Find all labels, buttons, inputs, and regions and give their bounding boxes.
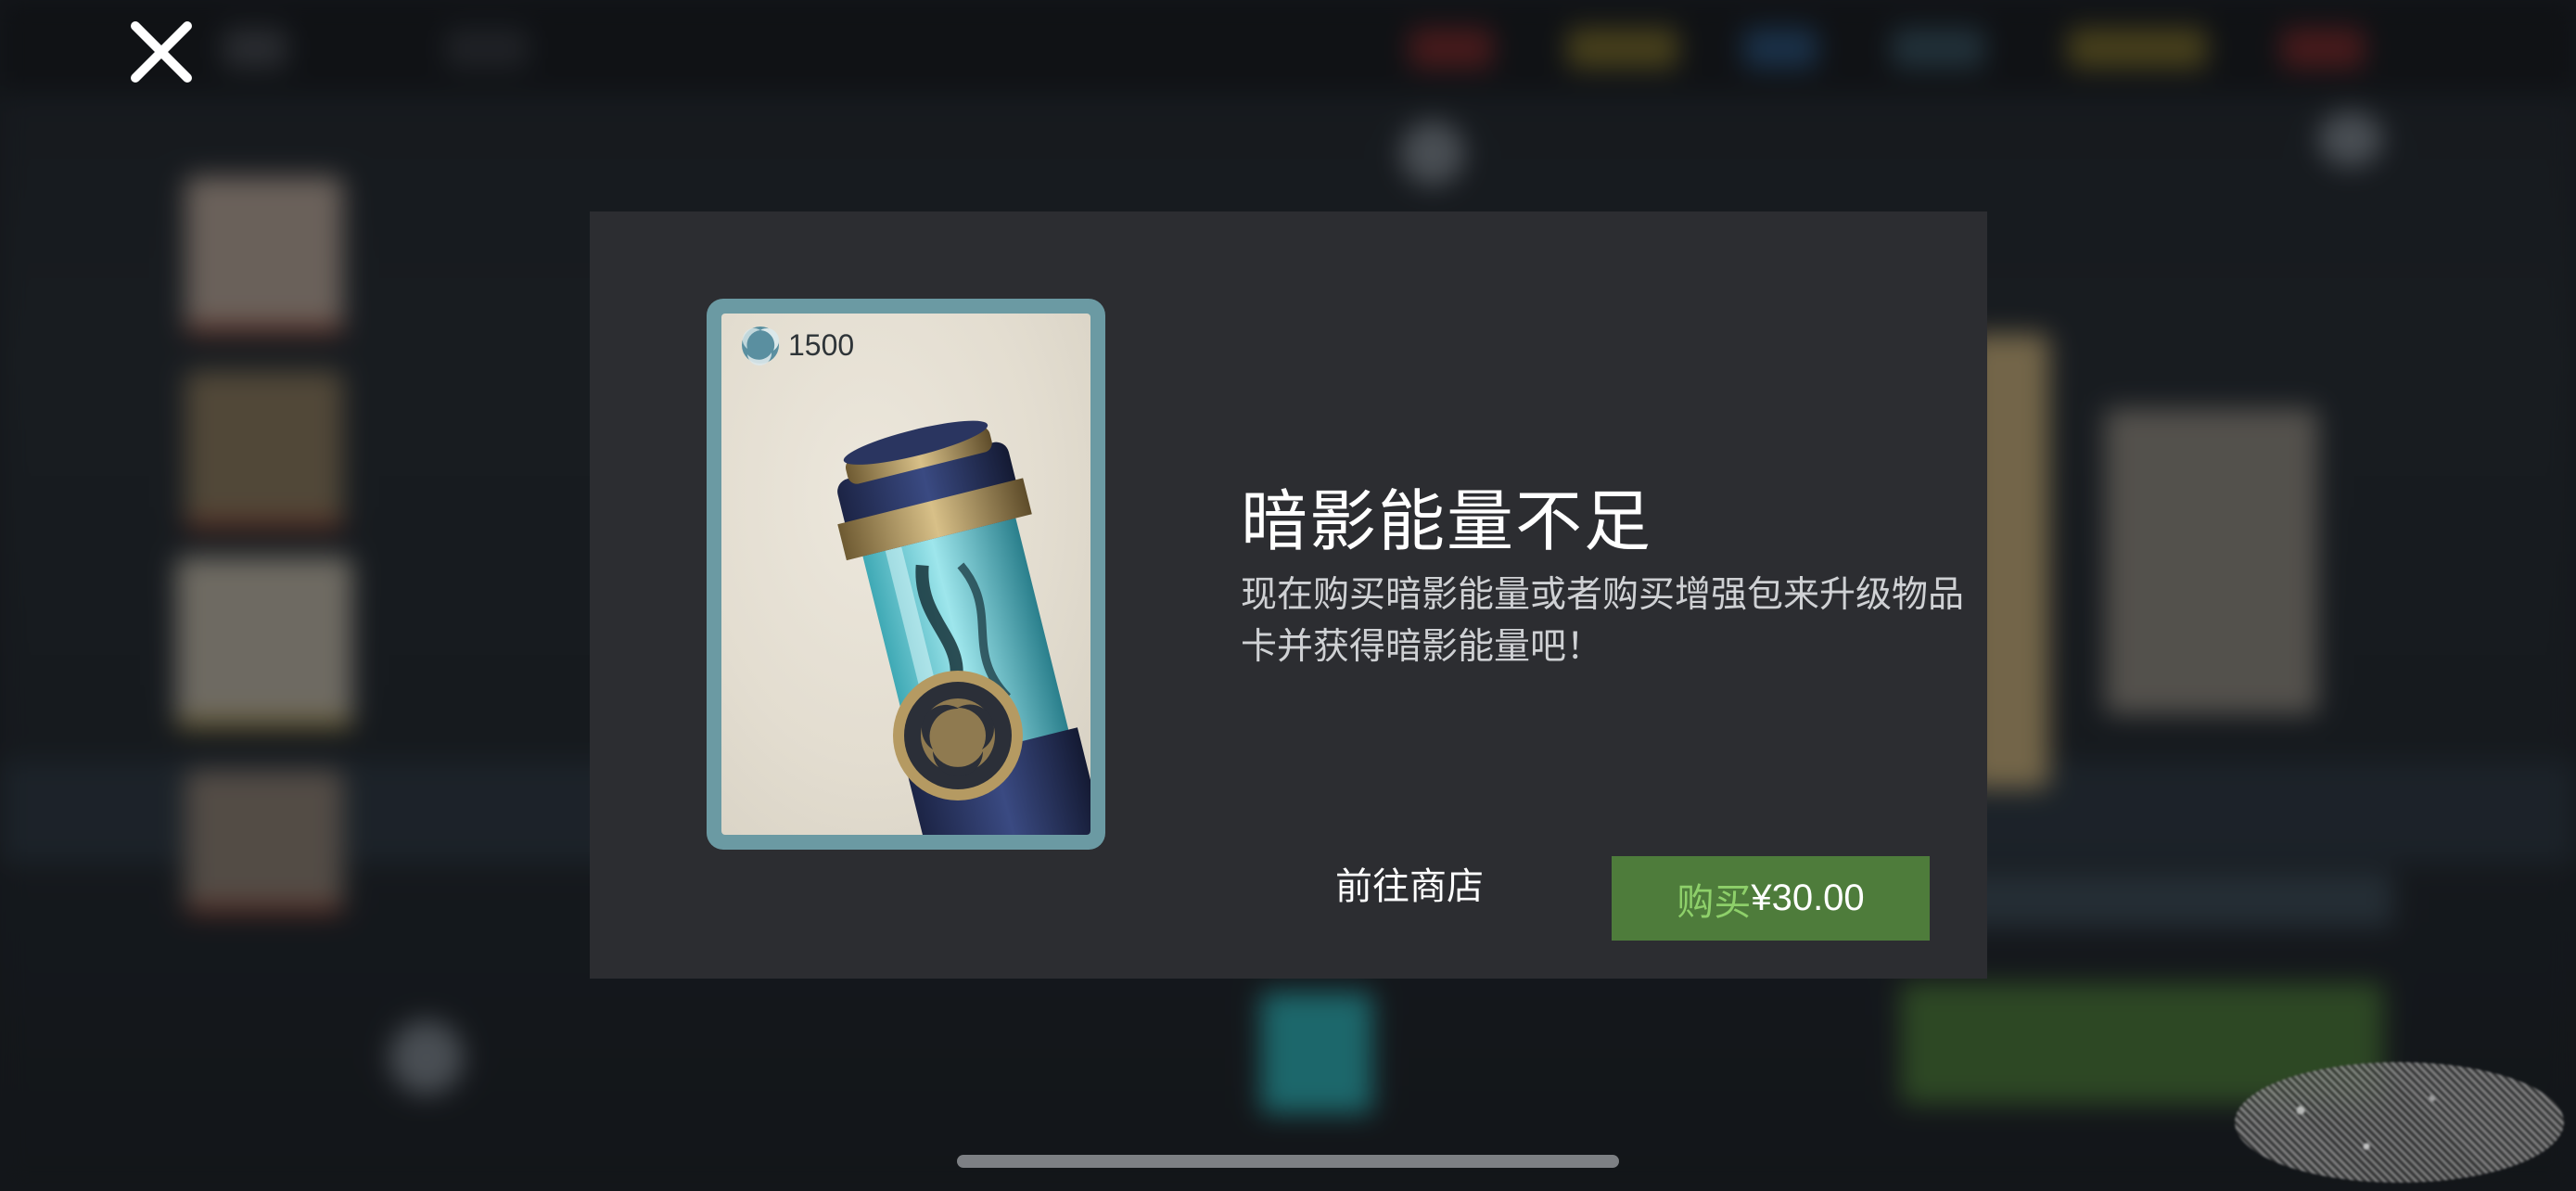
buy-button[interactable]: 购买 ¥30.00 — [1612, 856, 1930, 941]
shadow-energy-icon — [742, 327, 780, 365]
buy-button-label: 购买 — [1677, 880, 1752, 924]
insufficient-energy-dialog: 1500 暗影能量不足 现在购买暗影能量或者购买增强包来升级物品卡并获得暗影能量… — [590, 211, 1987, 979]
shadow-energy-canister-art — [837, 420, 1090, 835]
card-cost-value: 1500 — [788, 327, 855, 362]
shadow-energy-card: 1500 — [707, 299, 1105, 850]
obscured-region — [2235, 1062, 2564, 1183]
buy-button-price: ¥30.00 — [1751, 877, 1865, 918]
close-button[interactable] — [126, 17, 197, 87]
close-icon — [131, 21, 192, 83]
game-screen: 1500 暗影能量不足 现在购买暗影能量或者购买增强包来升级物品卡并获得暗影能量… — [0, 0, 2576, 1191]
go-to-store-button[interactable]: 前往商店 — [1307, 861, 1511, 913]
card-face: 1500 — [721, 314, 1090, 835]
card-cost: 1500 — [740, 325, 854, 365]
home-indicator[interactable] — [957, 1155, 1619, 1168]
dialog-title: 暗影能量不足 — [1241, 482, 1653, 560]
dialog-message: 现在购买暗影能量或者购买增强包来升级物品卡并获得暗影能量吧！ — [1241, 574, 1965, 668]
